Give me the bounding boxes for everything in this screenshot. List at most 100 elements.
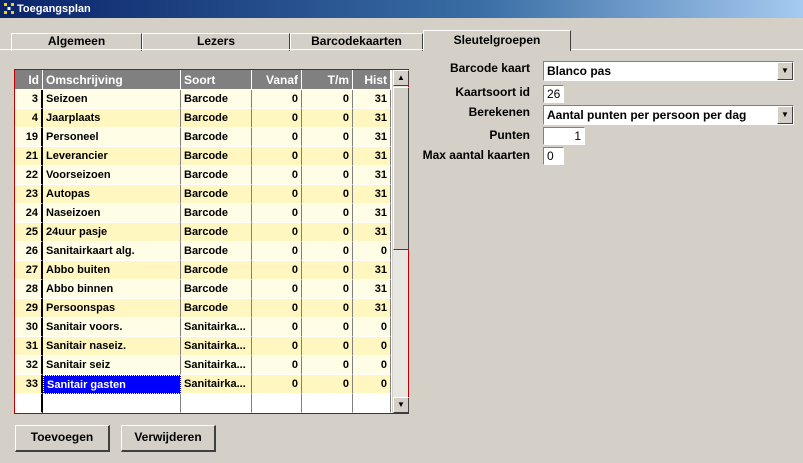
- cell-omschrijving[interactable]: Seizoen: [43, 90, 181, 109]
- cell-id[interactable]: 31: [15, 337, 43, 356]
- scroll-thumb[interactable]: [393, 87, 409, 250]
- cell-hist[interactable]: 0: [353, 375, 391, 394]
- cell-hist[interactable]: 31: [353, 147, 391, 166]
- col-vanaf-header[interactable]: Vanaf: [252, 70, 302, 90]
- empty-cell[interactable]: [252, 394, 302, 413]
- cell-soort[interactable]: Sanitairka...: [181, 375, 252, 394]
- cell-tm[interactable]: 0: [302, 90, 353, 109]
- berekenen-select[interactable]: Aantal punten per persoon per dag ▼: [543, 105, 794, 125]
- cell-tm[interactable]: 0: [302, 128, 353, 147]
- table-row[interactable]: 3 Seizoen Barcode 0 0 31: [15, 90, 391, 109]
- cell-vanaf[interactable]: 0: [252, 128, 302, 147]
- cell-vanaf[interactable]: 0: [252, 242, 302, 261]
- cell-soort[interactable]: Sanitairka...: [181, 318, 252, 337]
- cell-id[interactable]: 29: [15, 299, 43, 318]
- col-hist-header[interactable]: Hist: [353, 70, 391, 90]
- empty-cell[interactable]: [353, 394, 391, 413]
- table-row[interactable]: 22 Voorseizoen Barcode 0 0 31: [15, 166, 391, 185]
- cell-omschrijving[interactable]: Abbo buiten: [43, 261, 181, 280]
- cell-omschrijving[interactable]: Naseizoen: [43, 204, 181, 223]
- cell-id[interactable]: 21: [15, 147, 43, 166]
- table-row[interactable]: 21 Leverancier Barcode 0 0 31: [15, 147, 391, 166]
- cell-soort[interactable]: Sanitairka...: [181, 356, 252, 375]
- empty-cell[interactable]: [43, 394, 181, 413]
- cell-hist[interactable]: 31: [353, 166, 391, 185]
- cell-hist[interactable]: 31: [353, 223, 391, 242]
- cell-vanaf[interactable]: 0: [252, 356, 302, 375]
- cell-tm[interactable]: 0: [302, 147, 353, 166]
- sleutelgroepen-grid[interactable]: Id Omschrijving Soort Vanaf T/m Hist 3 Se…: [14, 69, 409, 414]
- scroll-up-icon[interactable]: ▲: [393, 70, 409, 86]
- cell-tm[interactable]: 0: [302, 223, 353, 242]
- cell-vanaf[interactable]: 0: [252, 166, 302, 185]
- cell-omschrijving[interactable]: Sanitair voors.: [43, 318, 181, 337]
- table-row[interactable]: 23 Autopas Barcode 0 0 31: [15, 185, 391, 204]
- table-row[interactable]: 19 Personeel Barcode 0 0 31: [15, 128, 391, 147]
- cell-tm[interactable]: 0: [302, 166, 353, 185]
- empty-cell[interactable]: [15, 394, 43, 413]
- cell-id[interactable]: 30: [15, 318, 43, 337]
- cell-vanaf[interactable]: 0: [252, 204, 302, 223]
- cell-id[interactable]: 23: [15, 185, 43, 204]
- cell-id[interactable]: 25: [15, 223, 43, 242]
- empty-row[interactable]: [15, 394, 391, 413]
- cell-hist[interactable]: 0: [353, 356, 391, 375]
- cell-soort[interactable]: Barcode: [181, 185, 252, 204]
- chevron-down-icon[interactable]: ▼: [777, 62, 793, 80]
- cell-tm[interactable]: 0: [302, 356, 353, 375]
- cell-omschrijving[interactable]: Abbo binnen: [43, 280, 181, 299]
- cell-omschrijving[interactable]: Voorseizoen: [43, 166, 181, 185]
- cell-id[interactable]: 33: [15, 375, 43, 394]
- cell-tm[interactable]: 0: [302, 318, 353, 337]
- cell-id[interactable]: 32: [15, 356, 43, 375]
- cell-tm[interactable]: 0: [302, 109, 353, 128]
- cell-soort[interactable]: Barcode: [181, 242, 252, 261]
- table-row[interactable]: 27 Abbo buiten Barcode 0 0 31: [15, 261, 391, 280]
- cell-soort[interactable]: Barcode: [181, 204, 252, 223]
- cell-vanaf[interactable]: 0: [252, 223, 302, 242]
- cell-hist[interactable]: 31: [353, 109, 391, 128]
- cell-vanaf[interactable]: 0: [252, 318, 302, 337]
- cell-id[interactable]: 27: [15, 261, 43, 280]
- col-omschrijving-header[interactable]: Omschrijving: [43, 70, 181, 90]
- cell-hist[interactable]: 31: [353, 128, 391, 147]
- cell-vanaf[interactable]: 0: [252, 261, 302, 280]
- verwijderen-button[interactable]: Verwijderen: [121, 425, 216, 452]
- cell-id[interactable]: 22: [15, 166, 43, 185]
- table-row[interactable]: 32 Sanitair seiz Sanitairka... 0 0 0: [15, 356, 391, 375]
- cell-tm[interactable]: 0: [302, 261, 353, 280]
- toevoegen-button[interactable]: Toevoegen: [15, 425, 110, 452]
- cell-vanaf[interactable]: 0: [252, 280, 302, 299]
- cell-soort[interactable]: Barcode: [181, 280, 252, 299]
- cell-omschrijving[interactable]: Personeel: [43, 128, 181, 147]
- table-row[interactable]: 29 Persoonspas Barcode 0 0 31: [15, 299, 391, 318]
- cell-hist[interactable]: 31: [353, 185, 391, 204]
- cell-vanaf[interactable]: 0: [252, 147, 302, 166]
- cell-tm[interactable]: 0: [302, 375, 353, 394]
- cell-hist[interactable]: 0: [353, 337, 391, 356]
- table-row[interactable]: 28 Abbo binnen Barcode 0 0 31: [15, 280, 391, 299]
- tab-sleutelgroepen[interactable]: Sleutelgroepen: [423, 30, 571, 51]
- table-row[interactable]: 30 Sanitair voors. Sanitairka... 0 0 0: [15, 318, 391, 337]
- cell-hist[interactable]: 0: [353, 242, 391, 261]
- cell-tm[interactable]: 0: [302, 204, 353, 223]
- cell-vanaf[interactable]: 0: [252, 299, 302, 318]
- cell-omschrijving[interactable]: Leverancier: [43, 147, 181, 166]
- barcode-kaart-select[interactable]: Blanco pas ▼: [543, 61, 794, 81]
- cell-vanaf[interactable]: 0: [252, 90, 302, 109]
- cell-tm[interactable]: 0: [302, 185, 353, 204]
- cell-omschrijving[interactable]: Sanitair gasten: [43, 375, 181, 394]
- cell-vanaf[interactable]: 0: [252, 337, 302, 356]
- cell-hist[interactable]: 0: [353, 318, 391, 337]
- table-row[interactable]: 33 Sanitair gasten Sanitairka... 0 0 0: [15, 375, 391, 394]
- grid-scrollbar[interactable]: ▲ ▼: [392, 70, 409, 413]
- cell-soort[interactable]: Barcode: [181, 261, 252, 280]
- punten-field[interactable]: 1: [543, 127, 585, 145]
- cell-omschrijving[interactable]: Autopas: [43, 185, 181, 204]
- cell-tm[interactable]: 0: [302, 299, 353, 318]
- cell-soort[interactable]: Barcode: [181, 128, 252, 147]
- max-aantal-kaarten-field[interactable]: 0: [543, 147, 564, 165]
- cell-hist[interactable]: 31: [353, 261, 391, 280]
- chevron-down-icon[interactable]: ▼: [777, 106, 793, 124]
- cell-vanaf[interactable]: 0: [252, 109, 302, 128]
